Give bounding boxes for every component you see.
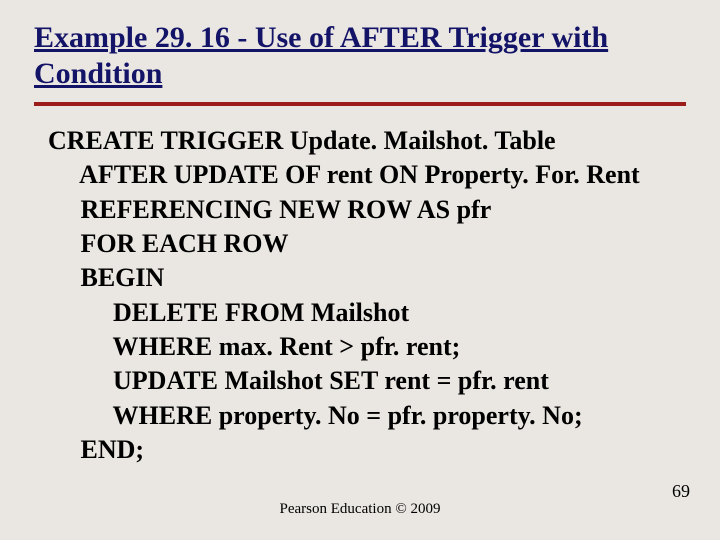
code-line: DELETE FROM Mailshot (113, 298, 409, 327)
title-line-2: Condition (34, 57, 162, 90)
slide-title: Example 29. 16 - Use of AFTER Trigger wi… (34, 20, 686, 98)
code-line: REFERENCING NEW ROW AS pfr (81, 195, 492, 224)
page-number: 69 (672, 481, 690, 502)
code-line: END; (81, 435, 145, 464)
code-block: CREATE TRIGGER Update. Mailshot. Table A… (48, 124, 686, 467)
title-rule (34, 102, 686, 106)
code-line: WHERE property. No = pfr. property. No; (113, 401, 583, 430)
code-line: WHERE max. Rent > pfr. rent; (113, 332, 461, 361)
code-line: BEGIN (81, 263, 165, 292)
slide: Example 29. 16 - Use of AFTER Trigger wi… (0, 0, 720, 540)
code-line: AFTER UPDATE OF rent ON Property. For. R… (79, 160, 640, 189)
code-line: CREATE TRIGGER Update. Mailshot. Table (48, 126, 556, 155)
title-line-1: Example 29. 16 - Use of AFTER Trigger wi… (34, 21, 608, 54)
code-line: UPDATE Mailshot SET rent = pfr. rent (113, 366, 549, 395)
code-line: FOR EACH ROW (81, 229, 289, 258)
footer-copyright: Pearson Education © 2009 (0, 501, 720, 518)
